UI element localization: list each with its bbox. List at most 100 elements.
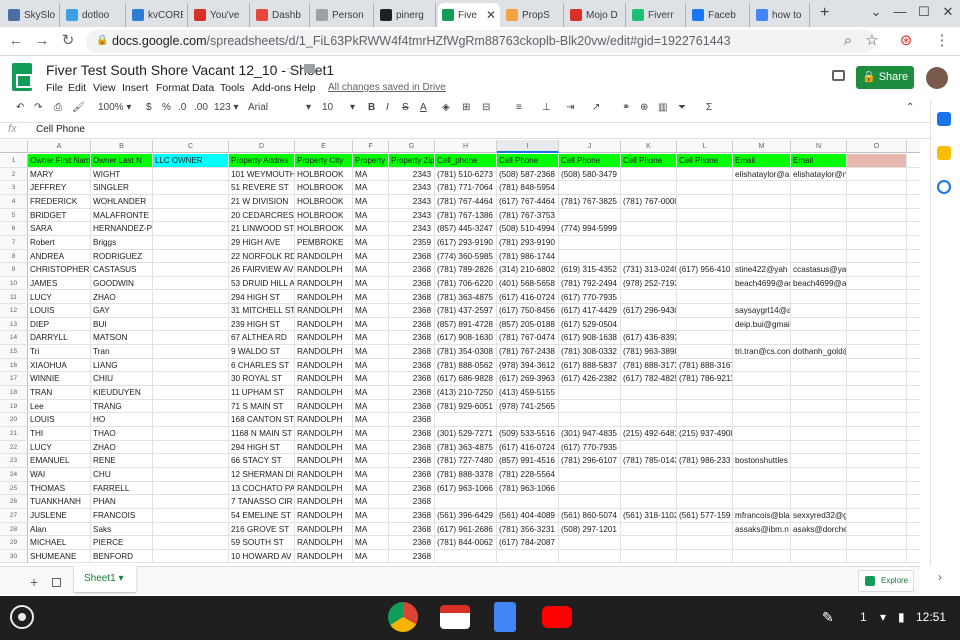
grid-cell[interactable]: (978) 394-3612 [497,358,559,372]
grid-cell[interactable] [847,222,907,235]
grid-cell[interactable]: (781) 986-233 [677,454,733,467]
grid-cell[interactable] [621,317,677,331]
vertical-align-icon[interactable]: ⊥ [542,102,551,113]
grid-cell[interactable]: LOUIS [28,413,91,426]
grid-cell[interactable] [497,413,559,426]
grid-cell[interactable] [435,549,497,563]
grid-cell[interactable] [791,358,847,372]
grid-cell[interactable]: (857) 205-0188 [497,317,559,331]
grid-cell[interactable] [733,386,791,399]
sheets-logo-icon[interactable] [12,63,32,91]
grid-cell[interactable]: RANDOLPH [295,399,353,413]
browser-tab[interactable]: kvCORE [128,3,188,27]
header-cell[interactable]: Owner First Nam [28,154,91,167]
insert-chart-icon[interactable]: ▥ [658,102,667,113]
grid-cell[interactable]: 2368 [389,372,435,386]
row-number[interactable]: 2 [0,167,28,181]
grid-cell[interactable] [733,249,791,263]
row-number[interactable]: 1 [0,154,28,167]
grid-cell[interactable]: BUI [91,317,153,331]
grid-cell[interactable] [435,413,497,426]
grid-cell[interactable]: MA [353,427,389,440]
grid-cell[interactable] [677,495,733,508]
grid-cell[interactable]: (617) 784-2087 [497,536,559,549]
grid-cell[interactable] [847,317,907,331]
grid-cell[interactable]: Alan [28,522,91,536]
grid-cell[interactable] [559,249,621,263]
borders-icon[interactable]: ⊞ [462,102,470,113]
browser-tab[interactable]: Fiverr [628,3,686,27]
grid-cell[interactable]: (781) 356-3231 [497,522,559,536]
grid-cell[interactable]: 29 HIGH AVE [229,235,295,249]
grid-cell[interactable]: 2343 [389,181,435,194]
grid-cell[interactable]: (781) 789-2826 [435,263,497,276]
grid-cell[interactable] [497,495,559,508]
grid-cell[interactable]: mfrancois@bla [733,508,791,522]
grid-cell[interactable]: (617) 417-4429 [559,304,621,317]
grid-cell[interactable]: (781) 963-3898 [621,345,677,358]
tasks-icon[interactable] [937,180,951,194]
font-size-select[interactable]: 10 [322,102,333,113]
grid-cell[interactable]: (401) 568-5658 [497,276,559,290]
grid-cell[interactable] [847,549,907,563]
grid-cell[interactable]: HOLBROOK [295,222,353,235]
grid-cell[interactable]: (617) 416-0724 [497,290,559,304]
grid-cell[interactable]: GAY [91,304,153,317]
row-number[interactable]: 28 [0,522,28,536]
grid-cell[interactable]: PEMBROKE [295,235,353,249]
grid-cell[interactable]: (781) 354-0308 [435,345,497,358]
grid-cell[interactable]: 2368 [389,399,435,413]
grid-cell[interactable] [153,372,229,386]
grid-cell[interactable]: 2368 [389,481,435,495]
grid-cell[interactable]: MA [353,549,389,563]
browser-tab[interactable]: Dashb [252,3,310,27]
grid-cell[interactable]: JUSLENE [28,508,91,522]
star-icon[interactable]: ☆ [286,63,297,77]
grid-cell[interactable] [621,399,677,413]
redo-icon[interactable]: ↷ [34,102,42,113]
row-number[interactable]: 24 [0,467,28,481]
header-cell[interactable]: Owner Last N [91,154,153,167]
grid-cell[interactable] [677,317,733,331]
grid-cell[interactable] [677,249,733,263]
insert-comment-icon[interactable]: ⊕ [640,102,648,113]
grid-cell[interactable]: 2368 [389,508,435,522]
keep-icon[interactable] [937,146,951,160]
grid-cell[interactable]: Saks [91,522,153,536]
grid-cell[interactable]: 11 UPHAM ST [229,386,295,399]
grid-cell[interactable] [153,345,229,358]
grid-cell[interactable]: HOLBROOK [295,181,353,194]
grid-cell[interactable]: deip.bui@gmail.com [733,317,791,331]
grid-cell[interactable] [153,454,229,467]
grid-cell[interactable]: (781) 888-3378 [435,467,497,481]
grid-cell[interactable] [733,413,791,426]
grid-cell[interactable] [153,522,229,536]
paint-format-icon[interactable]: 🖌 [72,102,85,113]
text-rotate-icon[interactable]: ↗ [592,102,600,113]
clock[interactable]: 12:51 [916,610,946,624]
grid-cell[interactable]: bostonshuttles [733,454,791,467]
row-number[interactable]: 10 [0,276,28,290]
browser-tab[interactable]: PropS [502,3,564,27]
zoom-select[interactable]: 100% ▾ [98,102,131,113]
comments-icon[interactable] [832,70,845,81]
grid-cell[interactable]: 216 GROVE ST [229,522,295,536]
grid-cell[interactable] [791,290,847,304]
row-number[interactable]: 25 [0,481,28,495]
browser-tab[interactable]: Five ✕ [438,3,500,27]
grid-cell[interactable]: RANDOLPH [295,440,353,454]
grid-cell[interactable]: (781) 767-4464 [435,194,497,208]
zoom-search-icon[interactable]: ⌕ [838,31,858,51]
grid-cell[interactable]: MA [353,454,389,467]
text-color-button[interactable]: A [420,102,427,113]
insert-link-icon[interactable]: ⚭ [622,102,630,113]
grid-cell[interactable]: 2368 [389,440,435,454]
grid-cell[interactable] [677,481,733,495]
grid-cell[interactable]: THI [28,427,91,440]
grid-cell[interactable]: (857) 891-4728 [435,317,497,331]
grid-cell[interactable]: 21 W DIVISION [229,194,295,208]
grid-cell[interactable]: (561) 577-159 [677,508,733,522]
grid-cell[interactable]: 51 REVERE ST [229,181,295,194]
grid-cell[interactable]: (781) 767-3825 [559,194,621,208]
grid-cell[interactable]: (617) 416-0724 [497,440,559,454]
